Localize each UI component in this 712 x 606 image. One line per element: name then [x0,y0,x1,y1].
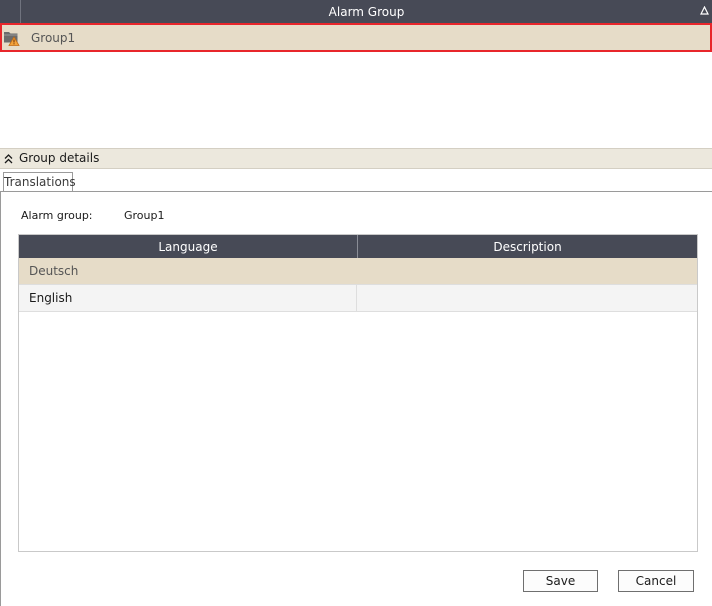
alarm-group-grid-header: Alarm Group [0,0,712,23]
table-header: Language Description [19,235,697,258]
alarm-folder-warning-icon [4,32,20,46]
tab-translations[interactable]: Translations [3,172,76,191]
alarm-group-column-header[interactable]: Alarm Group [21,0,712,23]
group-details-bar[interactable]: Group details [0,148,712,169]
description-cell[interactable] [357,285,697,311]
translations-table: Language Description Deutsch English [18,234,698,552]
cancel-button[interactable]: Cancel [618,570,694,592]
alarm-group-row[interactable]: Group1 [0,23,712,52]
language-cell[interactable]: Deutsch [19,258,357,284]
alarm-group-value: Group1 [124,209,165,222]
sort-triangle-icon[interactable] [700,6,709,15]
table-row[interactable]: English [19,285,697,312]
column-header-description[interactable]: Description [358,235,697,258]
alarm-group-name: Group1 [31,31,76,45]
column-header-language[interactable]: Language [19,235,358,258]
group-details-title: Group details [19,151,100,165]
row-indicator-column-header [0,0,21,23]
tab-strip-divider [0,191,712,192]
language-cell[interactable]: English [19,285,357,311]
table-row[interactable]: Deutsch [19,258,697,285]
description-cell[interactable] [357,258,697,284]
save-button[interactable]: Save [523,570,598,592]
alarm-group-label: Alarm group: [21,209,93,222]
details-panel-border [0,191,1,606]
double-chevron-up-icon[interactable] [4,154,13,164]
